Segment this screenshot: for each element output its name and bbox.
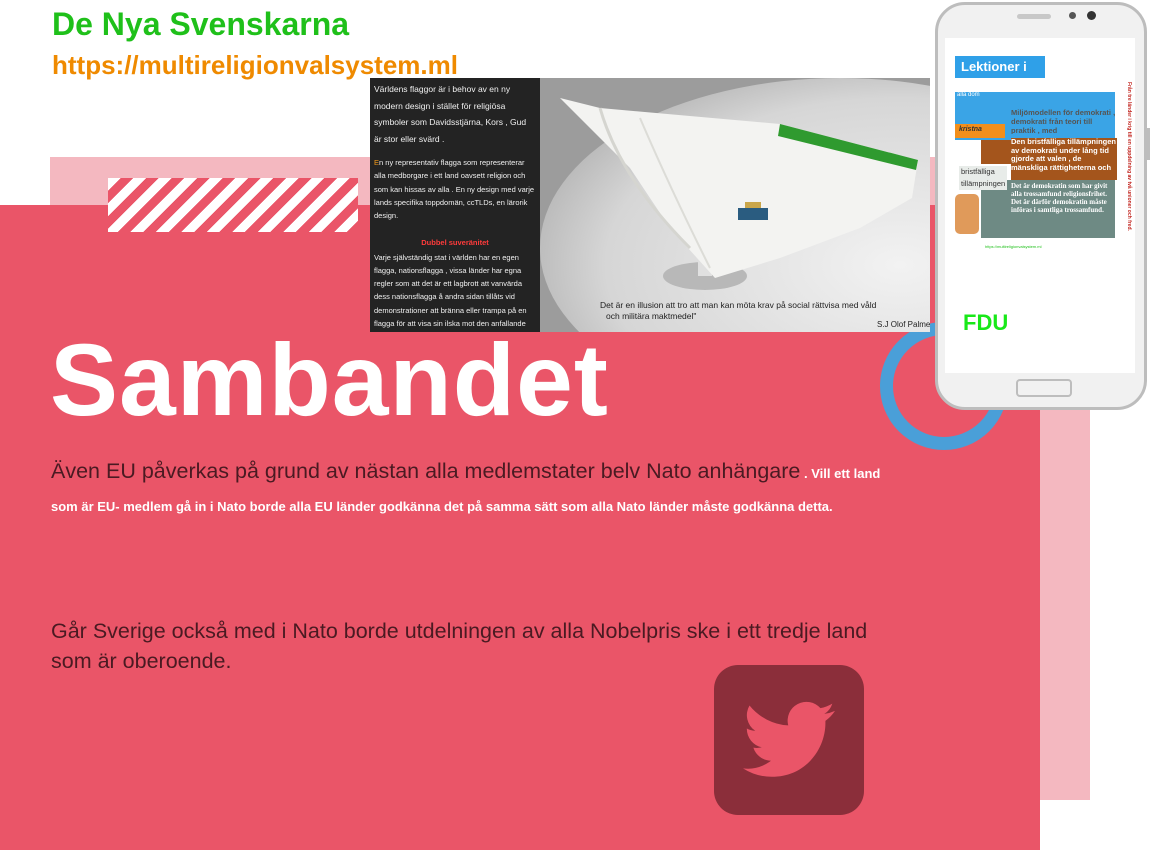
phone-screen: Lektioner i alla dom Miljömodellen för d… bbox=[945, 38, 1135, 373]
lesson-title: Lektioner i bbox=[955, 56, 1045, 78]
lesson-label-flawed-line1: bristfälliga bbox=[961, 167, 995, 176]
eu-nato-separator: . bbox=[800, 466, 812, 481]
flag-info-panel: Världens flaggor är i behov av en ny mod… bbox=[370, 78, 540, 332]
lesson-url-link[interactable]: https://multireligionvalsystem.ml bbox=[985, 244, 1041, 249]
flag-panel-paragraph: En ny representativ flagga som represent… bbox=[374, 156, 536, 222]
lesson-label-flawed: bristfälliga tillämpningen bbox=[959, 166, 1008, 190]
lesson-text-application: Den bristfälliga tillämpningen av demokr… bbox=[1011, 138, 1117, 180]
palme-quote: Det är en illusion att tro att man kan m… bbox=[600, 300, 876, 321]
brand-url-link[interactable]: https://multireligionvalsystem.ml bbox=[52, 50, 458, 81]
lesson-label-flawed-line2: tillämpningen bbox=[961, 179, 1006, 188]
page-heading: Sambandet bbox=[50, 323, 609, 437]
lesson-text-religious-freedom: Det är demokratin som har givit alla tro… bbox=[1011, 182, 1108, 214]
hand-icon bbox=[955, 194, 979, 234]
twitter-button[interactable] bbox=[714, 665, 864, 815]
decorative-stripes bbox=[108, 178, 358, 232]
fdu-logo: FDU bbox=[963, 310, 1009, 335]
flag-panel-sovereignty-text: Varje självständig stat i världen har en… bbox=[374, 253, 527, 332]
flag-panel-paragraph-text: n ny representativ flagga som represente… bbox=[374, 158, 535, 220]
eu-nato-text: Även EU påverkas på grund av nästan alla… bbox=[51, 459, 801, 483]
twitter-bird-icon bbox=[743, 701, 835, 777]
phone-camera-icon bbox=[1087, 11, 1096, 20]
lesson-text-environment: Miljömodellen för demokrati , demokrati … bbox=[1011, 108, 1116, 134]
eu-nato-paragraph: Även EU påverkas på grund av nästan alla… bbox=[51, 456, 881, 522]
lesson-label-christians: kristna bbox=[955, 124, 1005, 138]
quote-author: S.J Olof Palme bbox=[877, 320, 931, 329]
phone-speaker bbox=[1017, 14, 1051, 19]
phone-home-button bbox=[1016, 379, 1072, 397]
lesson-vertical-caption: Från tre länder i krig till en uppdelnin… bbox=[1126, 82, 1132, 231]
palme-quote-line1: Det är en illusion att tro att man kan m… bbox=[600, 300, 877, 310]
lesson-blue-subtitle: alla dom bbox=[957, 92, 980, 98]
brand-title: De Nya Svenskarna bbox=[52, 6, 350, 42]
flag-panel-section-title: Dubbel suveränitet bbox=[421, 237, 489, 247]
flag-panel-intro: Världens flaggor är i behov av en ny mod… bbox=[374, 84, 527, 144]
palme-quote-line2: och militära maktmedel" bbox=[606, 310, 697, 321]
flag-photo bbox=[540, 78, 930, 332]
phone-sensor bbox=[1069, 12, 1076, 19]
flag-photo-illustration bbox=[540, 78, 930, 332]
